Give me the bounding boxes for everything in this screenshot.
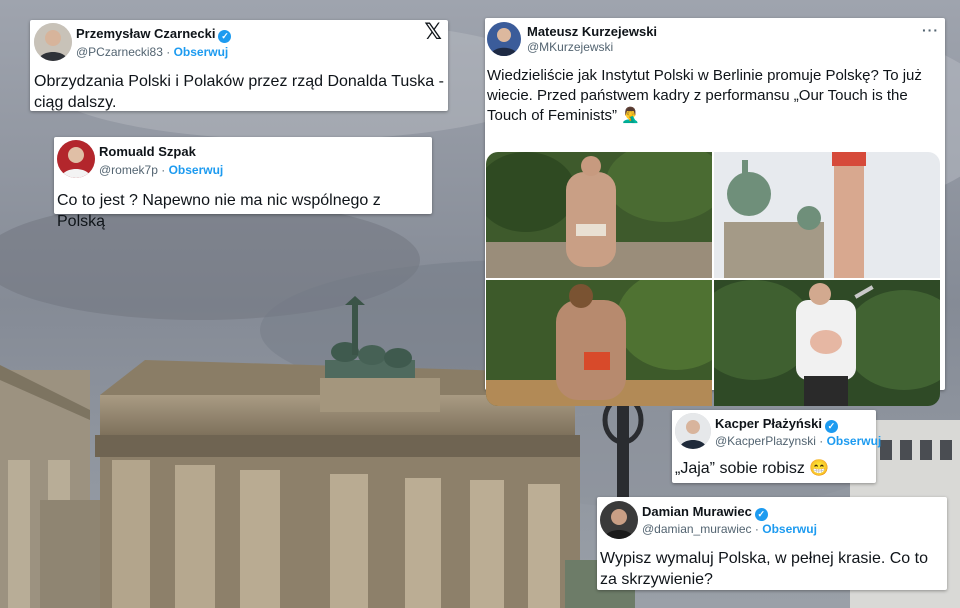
handle-line: @MKurzejewski (527, 40, 613, 54)
tweet-text: Obrzydzania Polski i Polaków przez rząd … (34, 73, 444, 111)
avatar-photo-icon (57, 140, 95, 178)
avatar-photo-icon (487, 22, 521, 56)
avatar[interactable] (57, 140, 95, 178)
author-name[interactable]: Damian Murawiec ✓ (642, 504, 768, 521)
handle-line: @romek7p · Obserwuj (99, 163, 223, 177)
avatar[interactable] (675, 413, 711, 449)
media-photo-3[interactable] (486, 280, 712, 406)
follow-button[interactable]: Obserwuj (169, 163, 224, 177)
avatar-photo-icon (34, 23, 72, 61)
tweet-szpak: Romuald Szpak @romek7p · Obserwuj Co to … (54, 137, 432, 230)
avatar-photo-icon (600, 501, 638, 539)
follow-button[interactable]: Obserwuj (827, 434, 882, 448)
author-name-text: Mateusz Kurzejewski (527, 24, 658, 39)
separator-dot: · (819, 434, 824, 448)
more-options-icon[interactable]: ··· (922, 22, 939, 38)
tweet-kurzejewski: Mateusz Kurzejewski @MKurzejewski ··· Wi… (485, 18, 945, 406)
separator-dot: · (754, 522, 759, 536)
author-name-text: Przemysław Czarnecki (76, 26, 216, 41)
performance-photo-icon (486, 152, 712, 278)
tweet-text: Wiedzieliście jak Instytut Polski w Berl… (487, 67, 922, 124)
media-photo-2[interactable] (714, 152, 940, 278)
author-handle[interactable]: @MKurzejewski (527, 40, 613, 54)
follow-button[interactable]: Obserwuj (174, 45, 229, 59)
tweet-czarnecki: Przemysław Czarnecki ✓ @PCzarnecki83 · Ob… (30, 20, 448, 111)
avatar[interactable] (600, 501, 638, 539)
separator-dot: · (166, 45, 171, 59)
author-name-text: Damian Murawiec (642, 504, 752, 519)
performance-photo-icon (486, 280, 712, 406)
author-handle[interactable]: @romek7p (99, 163, 158, 177)
tweet-plazynski: Kacper Płażyński ✓ @KacperPlazynski · Obs… (672, 410, 881, 483)
author-handle[interactable]: @PCzarnecki83 (76, 45, 163, 59)
separator-dot: · (161, 163, 166, 177)
author-name-text: Romuald Szpak (99, 144, 196, 159)
verified-badge-icon: ✓ (824, 420, 838, 433)
author-handle[interactable]: @KacperPlazynski (715, 434, 816, 448)
author-name-text: Kacper Płażyński (715, 416, 822, 431)
tweet-text: „Jaja” sobie robisz 😁 (675, 460, 830, 477)
author-name[interactable]: Kacper Płażyński ✓ (715, 416, 838, 433)
author-name[interactable]: Mateusz Kurzejewski (527, 24, 657, 39)
handle-line: @PCzarnecki83 · Obserwuj (76, 45, 228, 59)
author-name[interactable]: Przemysław Czarnecki ✓ (76, 26, 232, 43)
tweet-text: Wypisz wymaluj Polska, w pełnej krasie. … (600, 550, 928, 588)
tweet-murawiec: Damian Murawiec ✓ @damian_murawiec · Obse… (597, 497, 947, 590)
handle-line: @damian_murawiec · Obserwuj (642, 522, 817, 536)
avatar-photo-icon (675, 413, 711, 449)
verified-badge-icon: ✓ (218, 30, 232, 43)
x-logo-icon[interactable]: 𝕏 (424, 20, 442, 45)
follow-button[interactable]: Obserwuj (762, 522, 817, 536)
avatar[interactable] (487, 22, 521, 56)
media-photo-4[interactable] (714, 280, 940, 406)
media-grid[interactable] (486, 152, 940, 406)
tweet-text: Co to jest ? Napewno nie ma nic wspólneg… (57, 192, 381, 230)
performance-photo-icon (714, 280, 940, 406)
berlin-cathedral-photo-icon (714, 152, 940, 278)
avatar[interactable] (34, 23, 72, 61)
verified-badge-icon: ✓ (754, 508, 768, 521)
author-handle[interactable]: @damian_murawiec (642, 522, 752, 536)
handle-line: @KacperPlazynski · Obserwuj (715, 434, 881, 448)
media-photo-1[interactable] (486, 152, 712, 278)
author-name[interactable]: Romuald Szpak (99, 144, 196, 159)
